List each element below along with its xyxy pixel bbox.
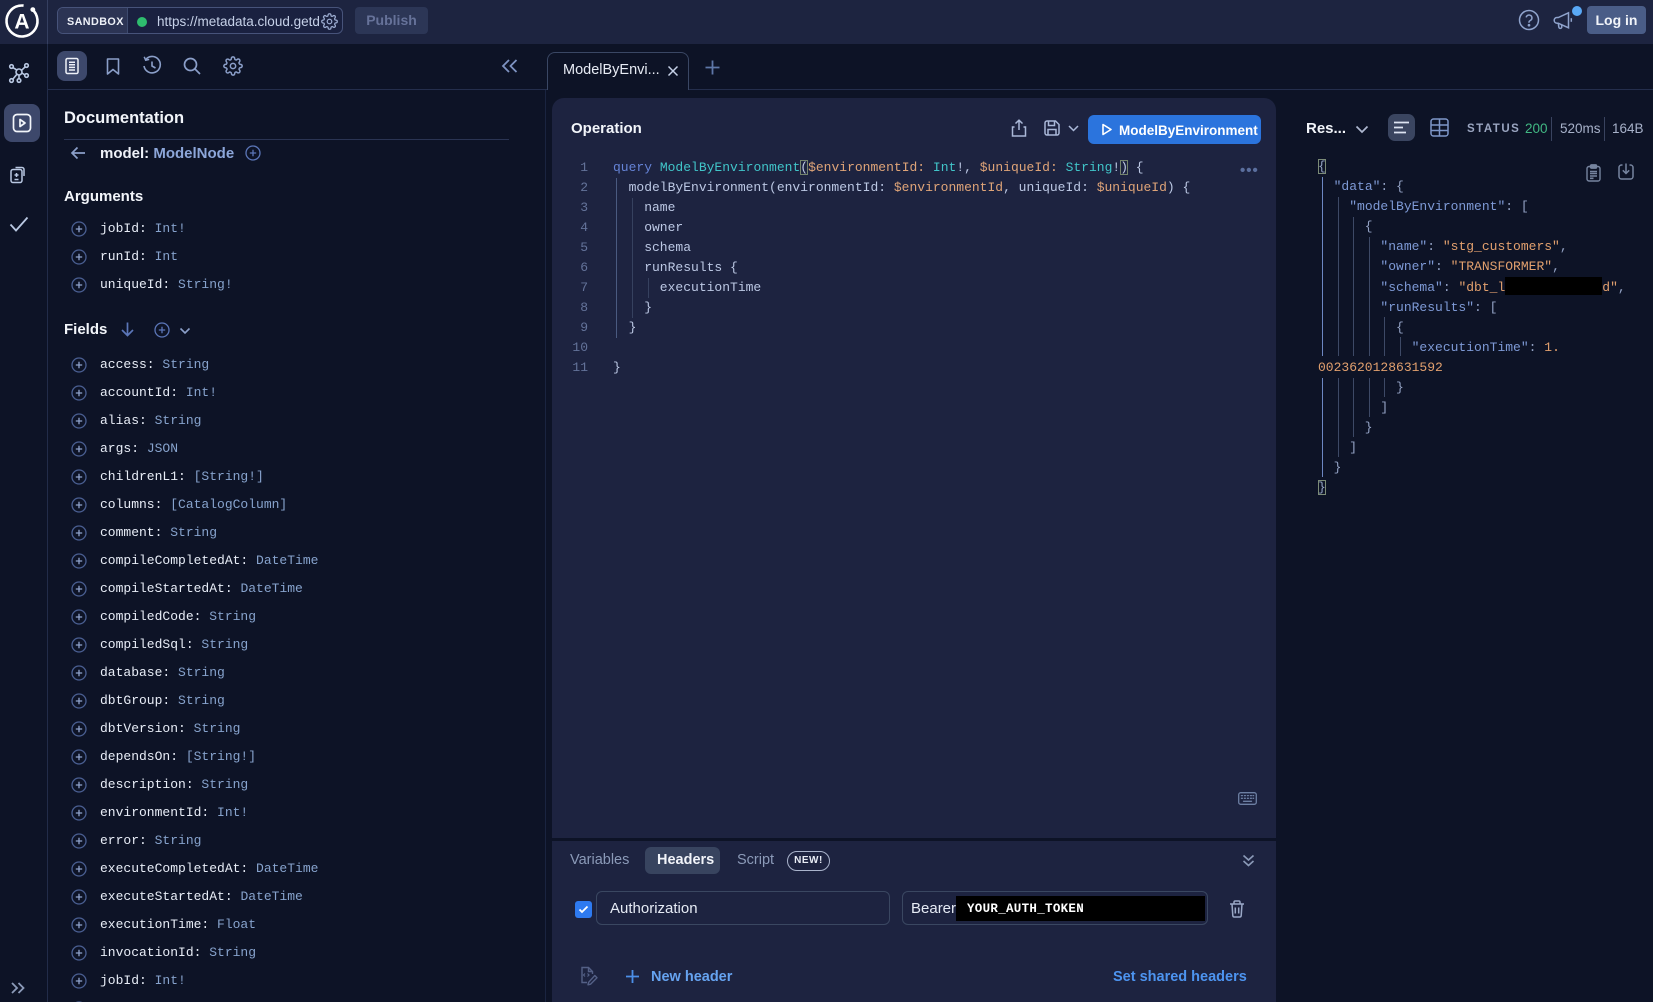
- svg-text:A: A: [14, 11, 29, 34]
